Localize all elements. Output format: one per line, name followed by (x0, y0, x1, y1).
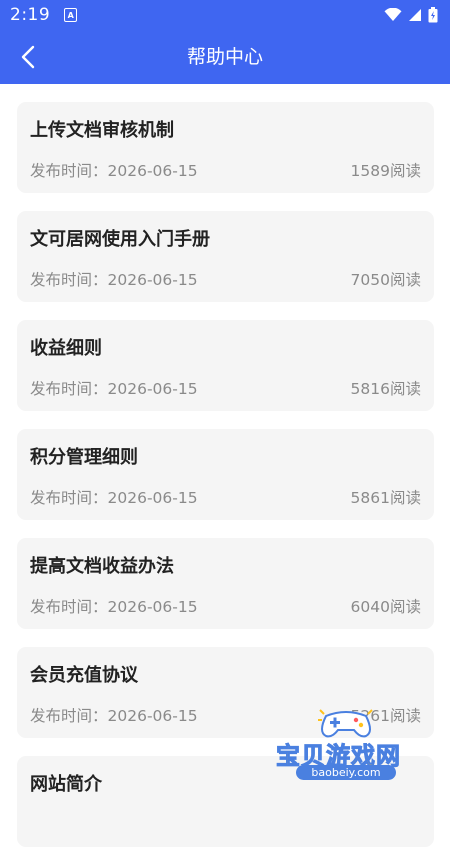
article-title: 提高文档收益办法 (30, 556, 174, 577)
article-title: 文可居网使用入门手册 (30, 229, 210, 250)
article-title: 网站简介 (30, 774, 102, 795)
article-reads: 5861阅读 (350, 489, 421, 507)
article-date: 发布时间：2026-06-15 (30, 271, 198, 289)
article-card[interactable]: 会员充值协议 发布时间：2026-06-15 5261阅读 (17, 647, 434, 738)
page-title: 帮助中心 (186, 46, 263, 68)
article-title: 会员充值协议 (30, 665, 138, 686)
article-card[interactable]: 收益细则 发布时间：2026-06-15 5816阅读 (17, 320, 434, 411)
status-time: 2:19 (10, 5, 51, 25)
nav-bar: 帮助中心 (0, 30, 450, 84)
signal-icon (409, 9, 421, 21)
article-reads: 1589阅读 (350, 162, 421, 180)
article-date: 发布时间：2026-06-15 (30, 598, 198, 616)
back-button[interactable] (12, 40, 44, 74)
article-card[interactable]: 提高文档收益办法 发布时间：2026-06-15 6040阅读 (17, 538, 434, 629)
article-reads: 5816阅读 (350, 380, 421, 398)
status-bar: 2:19 A (0, 0, 450, 30)
chevron-left-icon (21, 45, 35, 69)
article-card[interactable]: 文可居网使用入门手册 发布时间：2026-06-15 7050阅读 (17, 211, 434, 302)
article-reads: 5261阅读 (350, 707, 421, 725)
article-title: 上传文档审核机制 (30, 120, 174, 141)
article-date: 发布时间：2026-06-15 (30, 380, 198, 398)
wifi-icon (384, 8, 402, 21)
app-header: 2:19 A 帮助中心 (0, 0, 450, 84)
article-date: 发布时间：2026-06-15 (30, 162, 198, 180)
article-card[interactable]: 网站简介 (17, 756, 434, 847)
article-card[interactable]: 积分管理细则 发布时间：2026-06-15 5861阅读 (17, 429, 434, 520)
article-date: 发布时间：2026-06-15 (30, 489, 198, 507)
notification-icon: A (64, 8, 78, 22)
article-list: 上传文档审核机制 发布时间：2026-06-15 1589阅读 文可居网使用入门… (17, 102, 434, 865)
article-date: 发布时间：2026-06-15 (30, 707, 198, 725)
article-reads: 7050阅读 (350, 271, 421, 289)
article-card[interactable]: 上传文档审核机制 发布时间：2026-06-15 1589阅读 (17, 102, 434, 193)
article-reads: 6040阅读 (350, 598, 421, 616)
article-title: 积分管理细则 (30, 447, 138, 468)
article-title: 收益细则 (30, 338, 102, 359)
battery-icon (428, 7, 438, 23)
